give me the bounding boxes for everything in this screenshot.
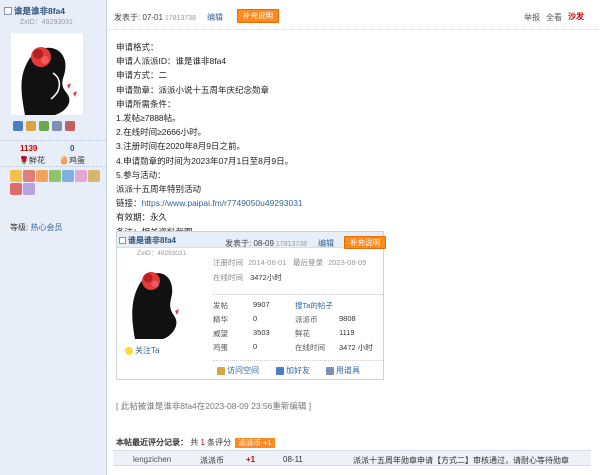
screenshot-user-id: ZxID：49293031 xyxy=(137,250,187,257)
profile-screenshot: 谁是谁非8fa4 发表于: 08-09 17813738 编辑 补充说明 ZxID… xyxy=(116,231,386,380)
screenshot-visit: 访问空间 xyxy=(217,365,259,376)
medal-icon[interactable] xyxy=(10,183,22,195)
wand-icon xyxy=(326,366,334,375)
report-link[interactable]: 举报 xyxy=(524,12,540,23)
content-line: 申请勋章：派派小说十五周年庆纪念勋章 xyxy=(116,84,270,95)
online-status-icon xyxy=(119,237,126,244)
content-line: 申请所需条件： xyxy=(116,98,176,109)
screenshot-username: 谁是谁非8fa4 xyxy=(119,235,176,246)
medal-list xyxy=(10,170,102,195)
screenshot-stats-grid: 发帖 9907 搜Ta的帖子 精华 0 派派币 9808 威望 3503 鲜花 … xyxy=(213,294,383,352)
rating-type: 派派币 xyxy=(200,456,224,465)
medal-icon[interactable] xyxy=(75,170,87,182)
screenshot-use-item: 用道具 xyxy=(326,365,360,376)
username-text[interactable]: 谁是谁非8fa4 xyxy=(14,5,65,17)
medal-icon[interactable] xyxy=(10,170,22,182)
medal-icon[interactable] xyxy=(23,183,35,195)
avatar[interactable] xyxy=(11,33,83,115)
content-line: 5.参与活动： xyxy=(116,169,166,180)
rating-summary: 本帖最近评分记录： 共 1 条评分 派派币 +1 xyxy=(116,437,275,448)
screenshot-avatar xyxy=(125,259,187,339)
space-icon[interactable] xyxy=(52,121,62,131)
add-user-icon xyxy=(276,366,284,375)
rating-value: +1 xyxy=(246,455,256,464)
screenshot-post-time: 发表于: 08-09 17813738 xyxy=(225,239,308,248)
home-icon xyxy=(217,366,225,375)
validity-line: 有效期：永久 xyxy=(116,212,168,223)
screenshot-supplement: 补充说明 xyxy=(344,236,386,249)
medal-icon[interactable] xyxy=(49,170,61,182)
online-status-icon xyxy=(4,7,12,15)
screenshot-add-friend: 加好友 xyxy=(276,365,310,376)
bulb-icon xyxy=(125,346,133,355)
egg-button[interactable]: 🥚鸡蛋 xyxy=(59,155,85,166)
rating-row: lengzichen 派派币 +1 08-11 派派十五周年勋章申请【方式二】审… xyxy=(113,450,591,466)
profile-icon[interactable] xyxy=(39,121,49,131)
medal-icon[interactable] xyxy=(36,170,48,182)
user-sidebar: 谁是谁非8fa4 ZxID：49293031 1139 0 🌹鲜花 🥚鸡蛋 等级… xyxy=(0,0,107,475)
post-time: 发表于: 07-01 17813738 xyxy=(114,13,197,22)
medal-icon[interactable] xyxy=(62,170,74,182)
user-id: ZxID：49293031 xyxy=(20,19,73,26)
username[interactable]: 谁是谁非8fa4 xyxy=(4,5,65,17)
screenshot-actions: 访问空间 加好友 用道具 xyxy=(213,360,383,379)
user-action-icons xyxy=(13,121,75,131)
content-line: 2.在线时间≥2666小时。 xyxy=(116,127,207,138)
floor-label: 沙发 xyxy=(568,12,584,21)
add-friend-icon[interactable] xyxy=(26,121,36,131)
flower-count: 1139 xyxy=(20,144,38,153)
content-line: 申请人派派ID：谁是谁非8fa4 xyxy=(116,56,227,67)
medal-icon[interactable] xyxy=(23,170,35,182)
rating-user[interactable]: lengzichen xyxy=(133,455,171,464)
link-line: 链接：https://www.paipai.fm/r7749050u492930… xyxy=(116,198,303,209)
view-all-link[interactable]: 全看 xyxy=(546,12,562,23)
post-content: 申请格式： 申请人派派ID：谁是谁非8fa4 申请方式：二 申请勋章：派派小说十… xyxy=(116,40,586,239)
medal-icon[interactable] xyxy=(88,170,100,182)
egg-count: 0 xyxy=(70,144,75,153)
screenshot-edit: 编辑 xyxy=(318,239,334,248)
rating-reason: 派派十五周年勋章申请【方式二】审核通过，请耐心等待勋章 xyxy=(353,456,569,465)
post-header: 发表于: 07-01 17813738 编辑 补充说明 举报 全看 沙发 xyxy=(107,0,600,30)
content-line: 申请方式：二 xyxy=(116,70,168,81)
content-line: 1.发帖≥7888帖。 xyxy=(116,113,181,124)
edit-link[interactable]: 编辑 xyxy=(207,12,223,23)
flower-button[interactable]: 🌹鲜花 xyxy=(19,155,45,166)
content-line: 派派十五周年特别活动 xyxy=(116,184,202,195)
edit-note: [ 此帖被谁是谁非8fa4在2023-08-09 23:56重新编辑 ] xyxy=(116,401,312,411)
content-line: 3.注册时间在2020年8月9日之前。 xyxy=(116,141,245,152)
rating-date: 08-11 xyxy=(283,455,303,464)
gift-icon[interactable] xyxy=(65,121,75,131)
rating-tag: 派派币 +1 xyxy=(235,438,275,448)
level-link[interactable]: 热心会员 xyxy=(30,223,62,232)
screenshot-header: 谁是谁非8fa4 发表于: 08-09 17813738 编辑 补充说明 xyxy=(117,232,386,249)
activity-link[interactable]: https://www.paipai.fm/r7749050u49293031 xyxy=(142,198,303,208)
user-stats: 1139 0 🌹鲜花 🥚鸡蛋 xyxy=(0,140,107,167)
content-line: 4.申请勋章的时间为2023年07月1日至8月9日。 xyxy=(116,155,294,166)
message-icon[interactable] xyxy=(13,121,23,131)
screenshot-follow: 关注Ta xyxy=(125,345,159,356)
user-level: 等级: 热心会员 xyxy=(10,223,63,232)
supplement-button[interactable]: 补充说明 xyxy=(237,9,279,23)
content-line: 申请格式： xyxy=(116,42,159,52)
